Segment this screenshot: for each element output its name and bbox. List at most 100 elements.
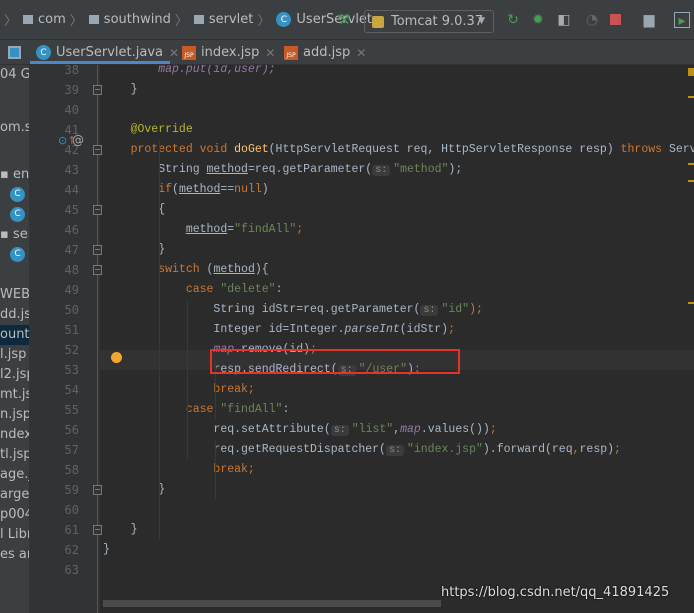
run-configuration-select[interactable]: Tomcat 9.0.37 ▼: [364, 10, 494, 33]
code-token: method: [178, 183, 221, 196]
error-stripe-mark: [688, 96, 694, 98]
editor-gutter: 38 39 40 41 42 43 44 45 46 47 48 49 50 51 52 53 54 55 56 57…: [29, 63, 100, 613]
code-token: @Override: [103, 123, 193, 136]
code-line: @Override: [103, 120, 193, 140]
error-stripe-mark: [688, 68, 694, 76]
project-tree-item[interactable]: ount.j: [0, 325, 29, 345]
indent-guide: [215, 440, 216, 500]
class-icon[interactable]: C: [10, 187, 25, 202]
fold-marker-icon[interactable]: −: [93, 85, 102, 95]
code-editor[interactable]: map.put(id,user); } @Override protected …: [103, 65, 694, 603]
project-tree-item[interactable]: tl.jsp: [0, 445, 29, 465]
code-line: }: [103, 540, 110, 560]
code-token: ).forward(req: [482, 443, 573, 456]
line-number: 51: [64, 323, 79, 337]
line-number: 45: [64, 203, 79, 217]
breadcrumb-servlet[interactable]: servlet: [193, 12, 253, 27]
rerun-icon[interactable]: ↻: [505, 12, 521, 28]
project-tree-item[interactable]: arget.: [0, 485, 29, 505]
build-hammer-icon[interactable]: ⚒: [336, 12, 352, 28]
project-tree-item[interactable]: om.so: [0, 118, 29, 138]
error-stripe-mark: [688, 163, 694, 165]
class-icon: C: [276, 12, 292, 27]
lightbulb-icon[interactable]: [111, 352, 122, 363]
project-tree-item[interactable]: WEB-I: [0, 285, 29, 305]
code-line: req.setAttribute(s: "list",map.values());: [103, 420, 497, 440]
class-icon[interactable]: C: [10, 247, 25, 262]
breadcrumb-userservlet[interactable]: C UserServlet: [276, 12, 372, 27]
horizontal-scrollbar[interactable]: [103, 600, 441, 607]
code-token: doGet: [234, 143, 269, 156]
tab-label: add.jsp: [303, 45, 351, 60]
project-tree-item[interactable]: l.jsp: [0, 345, 26, 365]
code-token: );: [469, 303, 483, 316]
close-icon[interactable]: ✕: [169, 46, 179, 60]
project-tree-item[interactable]: n.jsp: [0, 405, 29, 425]
project-tree-item[interactable]: age.j: [0, 465, 29, 485]
code-line: map.put(id,user);: [103, 65, 275, 80]
code-token: method: [185, 223, 228, 236]
code-token: String: [103, 163, 207, 176]
code-line: protected void doGet(HttpServletRequest …: [103, 140, 694, 160]
line-number: 62: [64, 543, 79, 557]
project-panel-toggle-icon[interactable]: [8, 40, 22, 65]
code-line: }: [103, 480, 165, 500]
package-icon: [193, 15, 204, 24]
stop-icon[interactable]: [610, 14, 621, 25]
terminal-icon[interactable]: ▸: [674, 12, 690, 29]
project-tree-item[interactable]: l2.jsp: [0, 365, 29, 385]
code-token: ;: [489, 423, 497, 436]
code-token: }: [103, 543, 110, 556]
project-tree-item[interactable]: ▪ enti: [0, 165, 29, 185]
class-icon[interactable]: C: [10, 207, 25, 222]
code-token: ServletException: [668, 143, 694, 156]
line-number: 53: [64, 363, 79, 377]
line-number: 61: [64, 523, 79, 537]
package-icon: [23, 15, 34, 24]
project-tree-item[interactable]: es an: [0, 545, 29, 565]
fold-marker-icon[interactable]: −: [93, 265, 102, 275]
code-line: }: [103, 240, 165, 260]
line-number: 56: [64, 423, 79, 437]
code-token: (: [172, 183, 179, 196]
fold-marker-icon[interactable]: −: [93, 205, 102, 215]
watermark: https://blog.csdn.net/qq_41891425: [441, 585, 670, 600]
profile-icon[interactable]: ◔: [584, 12, 600, 28]
tomcat-icon: [372, 16, 384, 28]
code-token: protected void: [130, 143, 235, 156]
tab-index-jsp[interactable]: JSP index.jsp ✕: [182, 40, 275, 65]
run-config-label: Tomcat 9.0.37: [391, 14, 484, 29]
code-token: ){: [254, 263, 269, 276]
project-tree-item[interactable]: mt.jsp: [0, 385, 29, 405]
project-tree-item[interactable]: ndex.j: [0, 425, 29, 445]
fold-marker-icon[interactable]: −: [93, 525, 102, 535]
project-tree-item[interactable]: ▪ ser: [0, 225, 29, 245]
tab-label: index.jsp: [201, 45, 260, 60]
project-tree-item[interactable]: l Libr: [0, 525, 29, 545]
debug-bug-icon[interactable]: ✹: [530, 12, 546, 28]
close-icon[interactable]: ✕: [265, 46, 275, 60]
project-tree-item[interactable]: dd.jsp: [0, 305, 29, 325]
fold-marker-icon[interactable]: −: [93, 245, 102, 255]
project-tree-panel: 04 Gom.so▪ entiCC▪ serCWEB-Idd.jspount.j…: [0, 65, 29, 613]
project-structure-icon[interactable]: ▆: [641, 12, 657, 28]
code-token: "findAll": [234, 223, 297, 236]
breadcrumb-com[interactable]: com: [23, 12, 66, 27]
jsp-file-icon: JSP: [182, 45, 196, 60]
fold-marker-icon[interactable]: −: [93, 485, 102, 495]
tab-label: UserServlet.java: [56, 45, 163, 60]
line-number: 54: [64, 383, 79, 397]
run-with-coverage-icon[interactable]: ◧: [556, 12, 572, 28]
breadcrumb-southwind[interactable]: southwind: [88, 12, 171, 27]
line-number: 38: [64, 63, 79, 77]
crumb-label: com: [38, 12, 66, 27]
fold-marker-icon[interactable]: −: [93, 145, 102, 155]
tab-add-jsp[interactable]: JSP add.jsp ✕: [284, 40, 366, 65]
project-tree-item[interactable]: 04 G: [0, 65, 29, 85]
project-tree-item[interactable]: p004: [0, 505, 29, 525]
close-icon[interactable]: ✕: [356, 46, 366, 60]
code-token: "delete": [220, 283, 276, 296]
code-line: Integer id=Integer.parseInt(idStr);: [103, 320, 455, 340]
